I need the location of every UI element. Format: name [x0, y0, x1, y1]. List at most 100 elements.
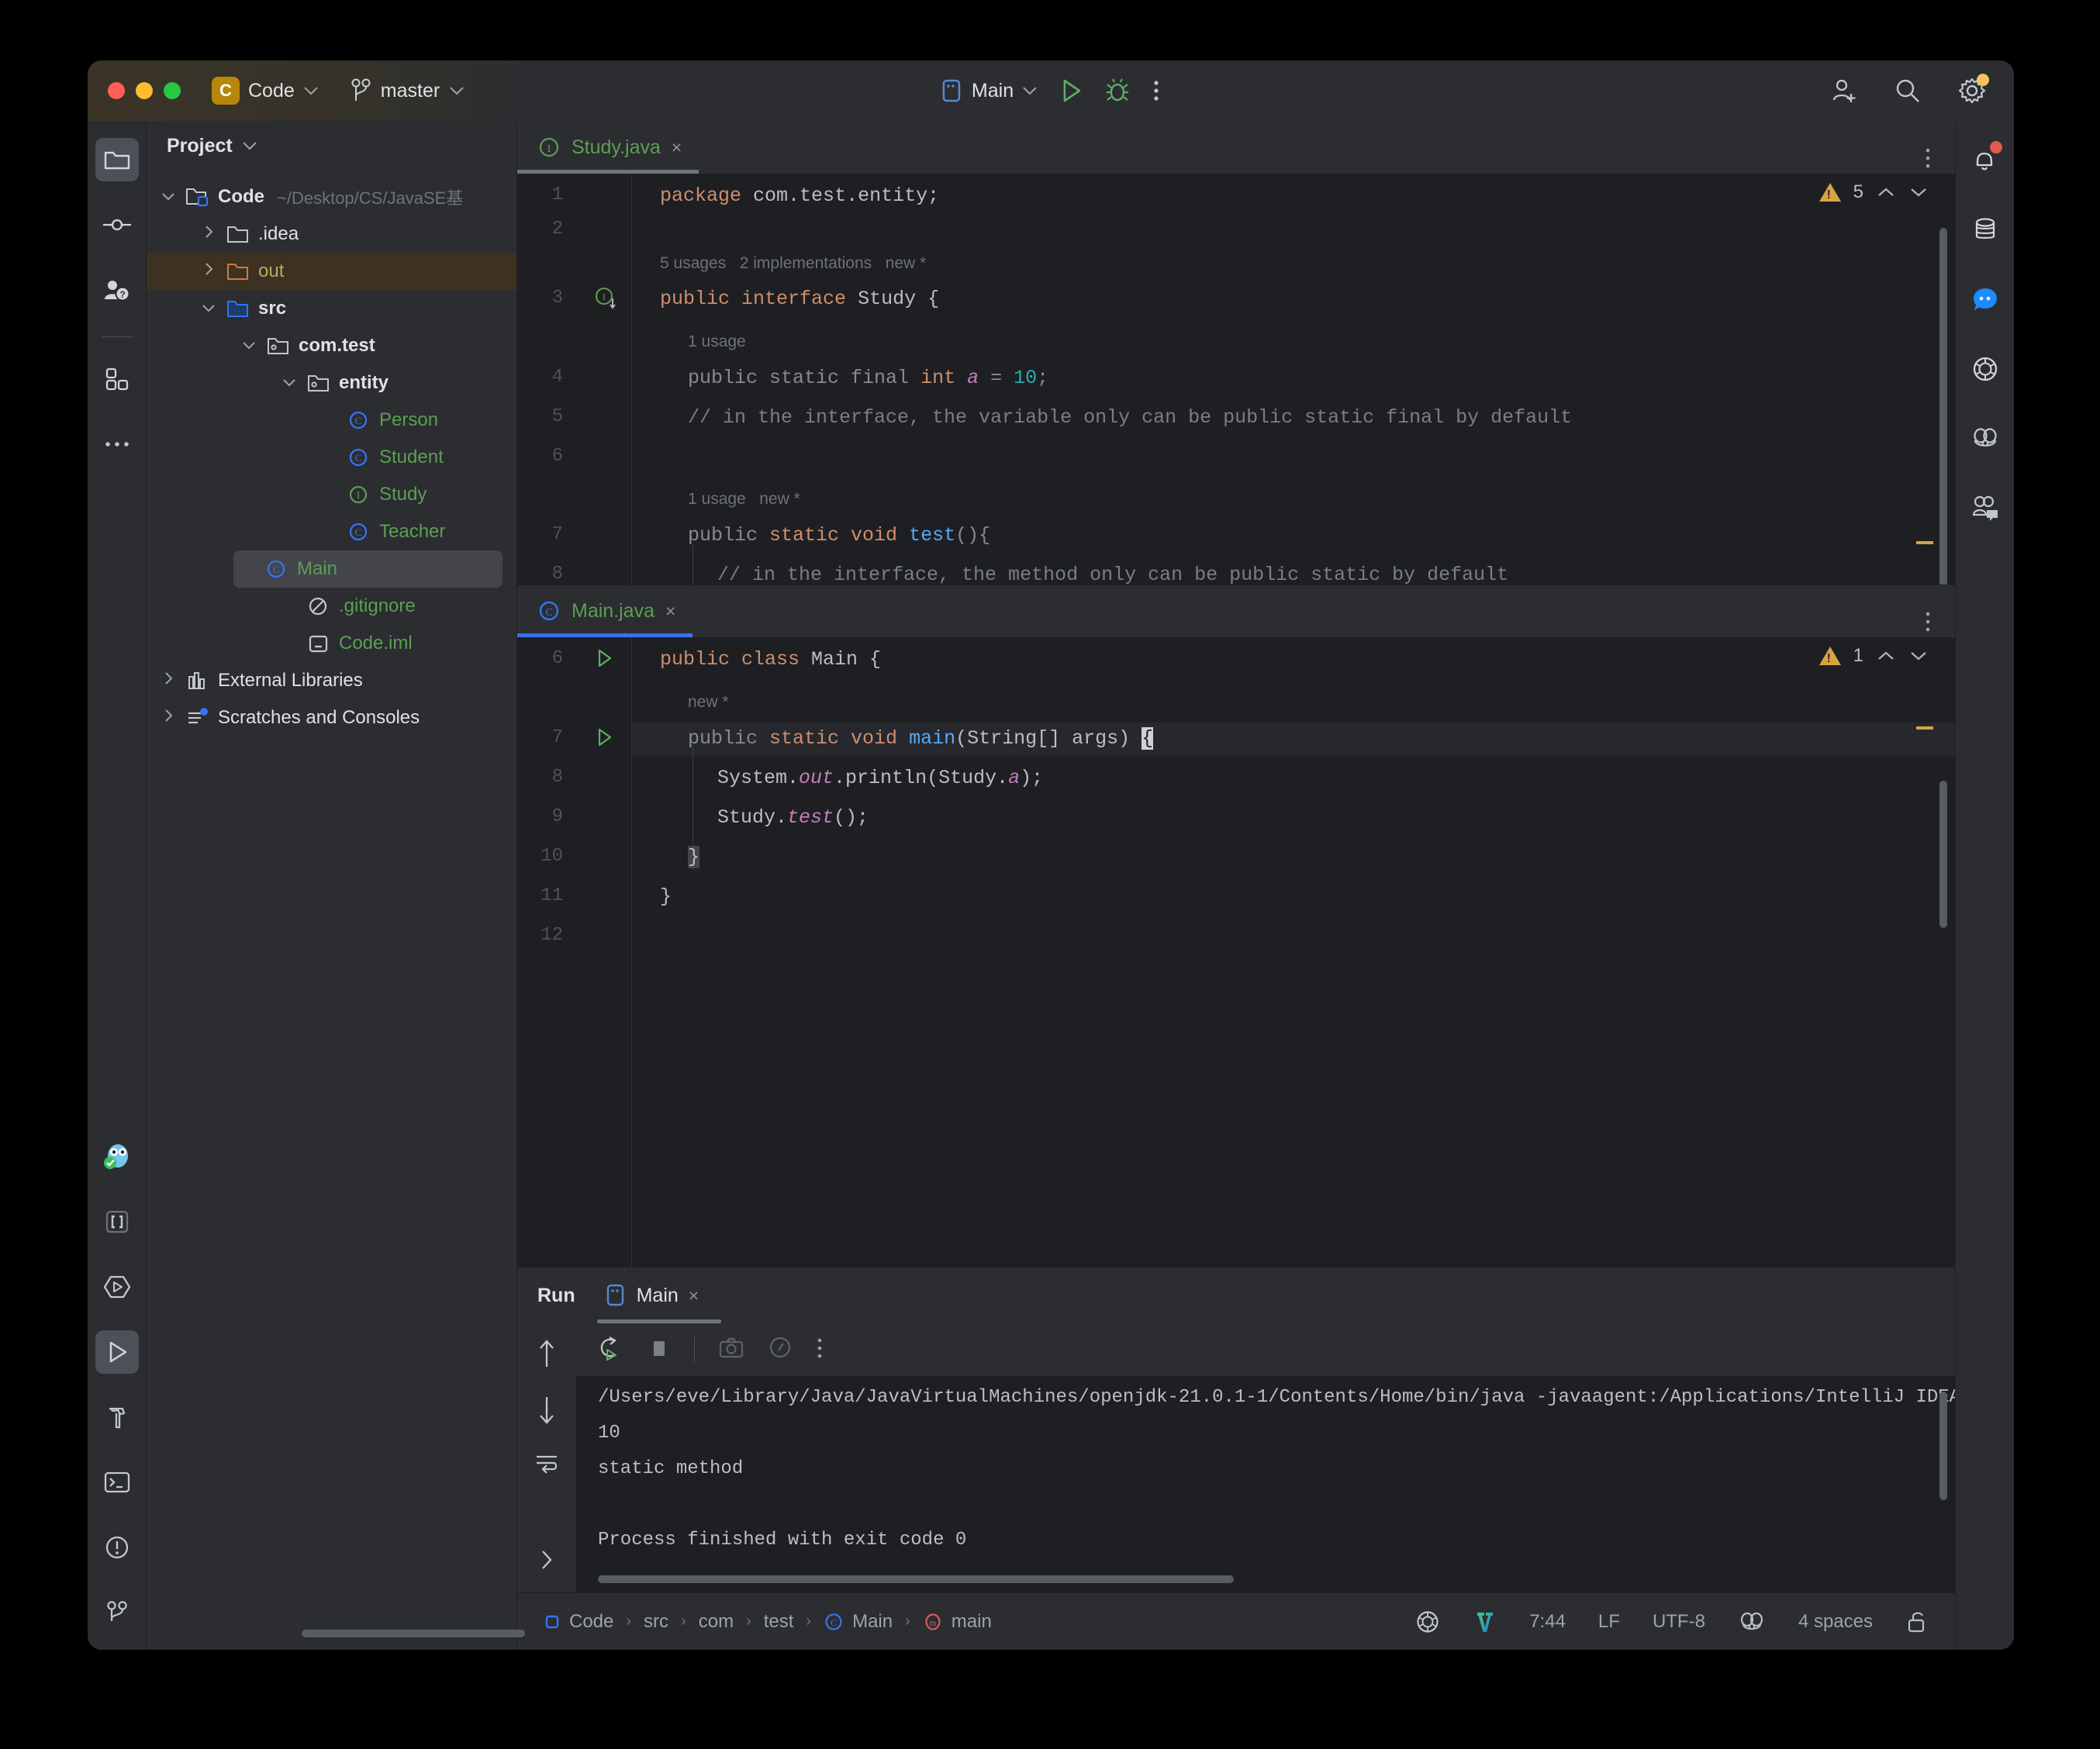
inlay-hint[interactable]: 5 usages 2 implementations new * [660, 254, 926, 273]
tree-node-main[interactable]: CMain [233, 550, 503, 588]
stop-button[interactable] [648, 1335, 671, 1365]
copilot-button[interactable] [1964, 417, 2007, 461]
chevron-right-icon[interactable] [195, 225, 223, 243]
sidebar-item-pull-requests[interactable]: ? [95, 268, 139, 312]
chevron-down-icon[interactable] [235, 337, 263, 354]
implemented-interface-gutter-icon[interactable]: I [593, 285, 620, 316]
editor-options-button[interactable] [1924, 147, 1955, 174]
code-with-me-button[interactable] [1964, 487, 2007, 530]
debug-button[interactable] [1104, 77, 1131, 105]
chevron-down-icon[interactable] [195, 300, 223, 317]
console-vertical-scrollbar[interactable] [1939, 1392, 1947, 1500]
tree-node-idea[interactable]: .idea [147, 216, 516, 253]
breadcrumb-item-test[interactable]: test [764, 1611, 794, 1633]
editor-vertical-scrollbar[interactable] [1939, 228, 1947, 585]
sidebar-item-run[interactable] [95, 1330, 139, 1374]
close-icon[interactable]: × [665, 601, 675, 622]
next-problem-icon[interactable] [1908, 650, 1929, 662]
sidebar-item-terminal[interactable] [95, 1461, 139, 1504]
breadcrumb-item-main[interactable]: CMain [824, 1611, 893, 1633]
unlock-icon[interactable] [1905, 1609, 1929, 1635]
code-text-study[interactable]: package com.test.entity; 5 usages 2 impl… [632, 174, 1955, 585]
scroll-up-button[interactable] [535, 1337, 558, 1374]
sidebar-item-go-plugin[interactable] [95, 1135, 139, 1178]
code-editor-study[interactable]: 1 2 3 I 4 5 [517, 174, 1955, 585]
run-class-gutter-icon[interactable] [593, 647, 615, 674]
inspection-widget-bottom[interactable]: 1 [1819, 645, 1929, 667]
minimize-window-button[interactable] [136, 82, 153, 99]
chevron-right-icon[interactable] [154, 709, 182, 727]
expand-button[interactable] [537, 1548, 556, 1575]
rerun-button[interactable] [598, 1334, 624, 1366]
branch-selector[interactable]: master [351, 78, 465, 104]
chevron-down-icon[interactable] [242, 141, 257, 150]
tree-node-scratches-and-consoles[interactable]: Scratches and Consoles [147, 699, 516, 737]
close-icon[interactable]: × [672, 137, 682, 158]
run-tab-main[interactable]: Main × [605, 1268, 699, 1323]
project-selector[interactable]: C Code [212, 77, 319, 105]
file-encoding[interactable]: UTF-8 [1653, 1611, 1705, 1633]
chevron-down-icon[interactable] [275, 374, 303, 392]
inlay-hint[interactable]: 1 usage new * [688, 490, 800, 509]
search-button[interactable] [1893, 76, 1922, 105]
console-horizontal-scrollbar[interactable] [598, 1575, 1234, 1583]
scroll-down-button[interactable] [535, 1394, 558, 1430]
close-window-button[interactable] [108, 82, 125, 99]
ai-chat-button[interactable] [1964, 278, 2007, 321]
maximize-window-button[interactable] [164, 82, 181, 99]
tree-node-code[interactable]: Code~/Desktop/CS/JavaSE基 [147, 178, 516, 216]
tree-node-com-test[interactable]: com.test [147, 327, 516, 364]
sidebar-item-commit[interactable] [95, 203, 139, 247]
tree-node-out[interactable]: out [147, 253, 516, 290]
chevron-right-icon[interactable] [154, 671, 182, 690]
more-run-options-button[interactable] [816, 1337, 824, 1364]
chevron-right-icon[interactable] [195, 262, 223, 281]
project-tree-horizontal-scrollbar[interactable] [302, 1630, 525, 1637]
previous-problem-icon[interactable] [1876, 650, 1896, 662]
sidebar-item-bookmarks[interactable] [95, 1200, 139, 1244]
add-user-button[interactable] [1829, 76, 1859, 105]
tree-node-src[interactable]: src [147, 290, 516, 327]
breadcrumb-item-code[interactable]: Code [544, 1611, 613, 1633]
tree-node-external-libraries[interactable]: External Libraries [147, 662, 516, 699]
editor-options-button[interactable] [1924, 610, 1955, 637]
inlay-hint[interactable]: new * [688, 693, 729, 712]
sidebar-item-project[interactable] [95, 138, 139, 181]
inspection-widget-top[interactable]: 5 [1819, 181, 1929, 203]
sidebar-item-run-anything[interactable] [95, 1265, 139, 1309]
copilot-icon[interactable] [1738, 1610, 1766, 1633]
tab-main-java[interactable]: C Main.java × [517, 585, 693, 637]
tree-node-study[interactable]: IStudy [147, 476, 516, 513]
editor-vertical-scrollbar[interactable] [1939, 781, 1947, 928]
inlay-hint[interactable]: 1 usage [688, 333, 746, 351]
tab-study-java[interactable]: I Study.java × [517, 121, 699, 174]
breadcrumb-item-com[interactable]: com [699, 1611, 734, 1633]
next-problem-icon[interactable] [1908, 186, 1929, 198]
chevron-down-icon[interactable] [154, 188, 182, 205]
tree-node-gitignore[interactable]: .gitignore [147, 588, 516, 625]
line-separator[interactable]: LF [1598, 1611, 1620, 1633]
caret-position[interactable]: 7:44 [1529, 1611, 1566, 1633]
sidebar-item-structure[interactable] [95, 357, 139, 401]
more-run-options-button[interactable] [1151, 77, 1162, 105]
tree-node-student[interactable]: CStudent [147, 439, 516, 476]
settings-button[interactable] [1957, 75, 1988, 106]
notifications-button[interactable] [1964, 138, 2007, 181]
run-configuration-selector[interactable]: Main [940, 78, 1038, 104]
run-console-output[interactable]: /Users/eve/Library/Java/JavaVirtualMachi… [576, 1376, 1955, 1592]
tree-node-code-iml[interactable]: Code.iml [147, 625, 516, 662]
tree-node-entity[interactable]: entity [147, 364, 516, 402]
profiler-button[interactable] [768, 1336, 793, 1364]
breadcrumb-item-src[interactable]: src [644, 1611, 668, 1633]
tree-node-teacher[interactable]: CTeacher [147, 513, 516, 550]
database-button[interactable] [1964, 208, 2007, 251]
sidebar-item-build[interactable] [95, 1395, 139, 1439]
code-text-main[interactable]: public class Main { new * public static … [632, 637, 1955, 1267]
tree-node-person[interactable]: CPerson [147, 402, 516, 439]
sidebar-item-version-control[interactable] [95, 1591, 139, 1634]
indent-setting[interactable]: 4 spaces [1798, 1611, 1873, 1633]
chatgpt-button[interactable] [1964, 347, 2007, 391]
close-icon[interactable]: × [689, 1285, 699, 1306]
run-button[interactable] [1058, 77, 1084, 105]
sidebar-item-more-tools[interactable] [95, 423, 139, 466]
